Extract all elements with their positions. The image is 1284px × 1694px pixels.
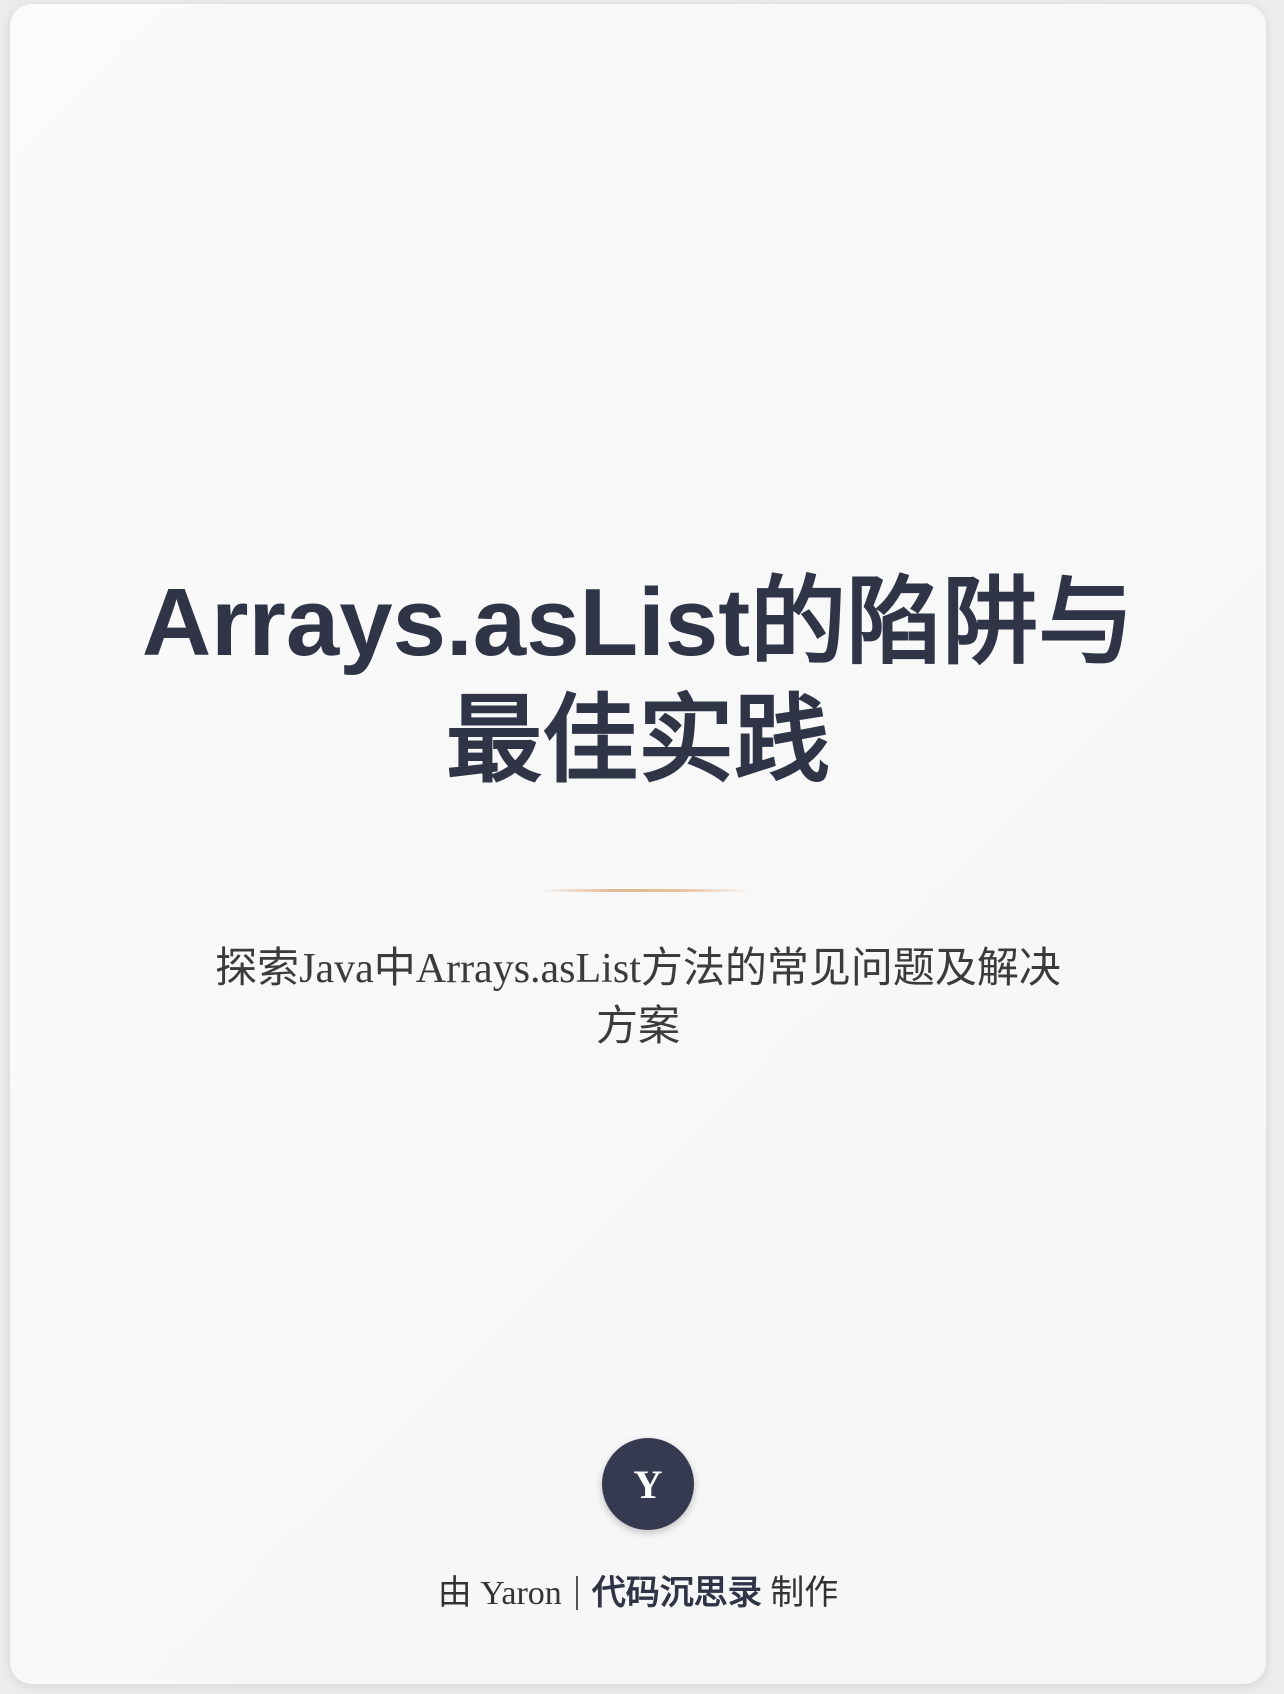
title-line-2: 最佳实践 bbox=[446, 687, 830, 794]
decorative-divider bbox=[540, 889, 750, 892]
credit-prefix: 由 Yaron bbox=[437, 1575, 562, 1612]
title-line-1: Arrays.asList的陷阱与 bbox=[141, 569, 1135, 676]
avatar: Y bbox=[602, 1438, 694, 1530]
author-credit: 由 Yaron 代码沉思录 制作 bbox=[10, 1572, 1266, 1616]
subtitle: 探索Java中Arrays.asList方法的常见问题及解决 方案 bbox=[160, 940, 1116, 1056]
credit-brand: 代码沉思录 bbox=[591, 1575, 762, 1612]
page-title: Arrays.asList的陷阱与 最佳实践 bbox=[10, 564, 1266, 800]
credit-separator bbox=[575, 1576, 578, 1610]
cover-card: Arrays.asList的陷阱与 最佳实践 探索Java中Arrays.asL… bbox=[10, 4, 1266, 1684]
credit-suffix: 制作 bbox=[770, 1575, 839, 1612]
subtitle-line-1: 探索Java中Arrays.asList方法的常见问题及解决 bbox=[215, 946, 1061, 992]
avatar-initial: Y bbox=[633, 1461, 663, 1507]
subtitle-line-2: 方案 bbox=[595, 1004, 680, 1050]
